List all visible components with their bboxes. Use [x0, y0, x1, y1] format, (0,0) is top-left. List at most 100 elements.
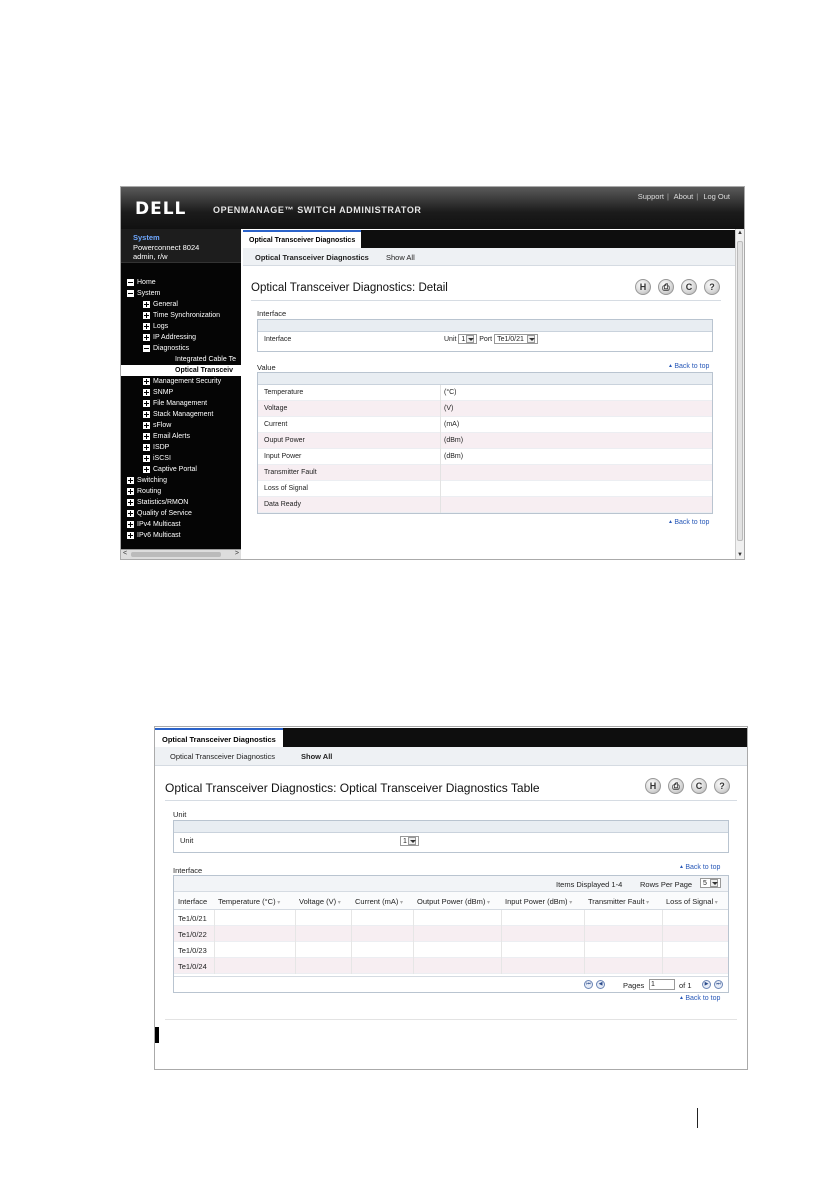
scroll-thumb[interactable]	[737, 241, 743, 541]
expand-icon[interactable]	[143, 301, 150, 308]
print-icon[interactable]: ⎙	[658, 279, 674, 295]
next-page-icon[interactable]: ▶	[702, 980, 711, 989]
print-icon[interactable]: ⎙	[668, 778, 684, 794]
scroll-left-icon[interactable]: <	[123, 550, 127, 557]
subtab-show-all[interactable]: Show All	[301, 752, 332, 761]
nav-item[interactable]: iSCSI	[121, 453, 241, 464]
nav-item[interactable]: IPv4 Multicast	[121, 519, 241, 530]
back-to-top-link[interactable]: Back to top	[679, 995, 720, 1002]
nav-item[interactable]: sFlow	[121, 420, 241, 431]
collapse-icon[interactable]	[143, 345, 150, 352]
expand-icon[interactable]	[143, 312, 150, 319]
unit-select[interactable]: 1	[400, 836, 419, 847]
unit-select[interactable]: 1	[458, 334, 478, 345]
nav-item[interactable]: Time Synchronization	[121, 310, 241, 321]
subtab-detail[interactable]: Optical Transceiver Diagnostics	[170, 752, 275, 761]
back-to-top-link[interactable]: Back to top	[668, 519, 709, 526]
tab-optical-transceiver-diagnostics[interactable]: Optical Transceiver Diagnostics	[155, 728, 283, 747]
vertical-scrollbar[interactable]: ▲ ▼	[735, 229, 744, 559]
chevron-down-icon	[709, 879, 718, 887]
nav-item[interactable]: Stack Management	[121, 409, 241, 420]
help-icon[interactable]: ?	[714, 778, 730, 794]
collapse-icon[interactable]	[127, 279, 134, 286]
system-title[interactable]: System	[133, 233, 241, 243]
help-icon[interactable]: ?	[704, 279, 720, 295]
expand-icon[interactable]	[143, 466, 150, 473]
scroll-thumb[interactable]	[131, 552, 221, 557]
save-icon[interactable]: H	[635, 279, 651, 295]
scroll-down-icon[interactable]: ▼	[737, 552, 743, 558]
page-input[interactable]: 1	[649, 979, 675, 990]
value-row: Voltage (V)	[258, 401, 712, 417]
nav-item[interactable]: IP Addressing	[121, 332, 241, 343]
nav-item[interactable]: Logs	[121, 321, 241, 332]
first-page-icon[interactable]: ⏮	[584, 980, 593, 989]
scroll-up-icon[interactable]: ▲	[737, 230, 743, 236]
expand-icon[interactable]	[143, 323, 150, 330]
support-link[interactable]: Support	[638, 192, 664, 201]
expand-icon[interactable]	[143, 411, 150, 418]
port-select[interactable]: Te1/0/21	[494, 334, 538, 345]
nav-item[interactable]: ISDP	[121, 442, 241, 453]
back-to-top-link[interactable]: Back to top	[679, 864, 720, 871]
logout-link[interactable]: Log Out	[703, 192, 730, 201]
nav-item[interactable]: Routing	[121, 486, 241, 497]
tree-horizontal-scrollbar[interactable]: < >	[121, 549, 241, 559]
subtab-show-all[interactable]: Show All	[386, 253, 415, 262]
last-page-icon[interactable]: ⏭	[714, 980, 723, 989]
tab-optical-transceiver-diagnostics[interactable]: Optical Transceiver Diagnostics	[243, 230, 362, 248]
column-header[interactable]: Loss of Signal	[666, 897, 718, 906]
column-header[interactable]: Transmitter Fault	[588, 897, 649, 906]
nav-item[interactable]: Switching	[121, 475, 241, 486]
subtab-detail[interactable]: Optical Transceiver Diagnostics	[255, 253, 369, 262]
expand-icon[interactable]	[143, 444, 150, 451]
nav-item[interactable]: Captive Portal	[121, 464, 241, 475]
system-user: admin, r/w	[133, 252, 168, 261]
column-header[interactable]: Interface	[178, 897, 207, 906]
column-header[interactable]: Input Power (dBm)	[505, 897, 572, 906]
nav-item[interactable]: Diagnostics	[121, 343, 241, 354]
expand-icon[interactable]	[127, 477, 134, 484]
expand-icon[interactable]	[143, 389, 150, 396]
nav-item[interactable]: System	[121, 288, 241, 299]
about-link[interactable]: About	[674, 192, 694, 201]
rows-per-page-select[interactable]: 5	[700, 878, 721, 888]
expand-icon[interactable]	[143, 433, 150, 440]
nav-item[interactable]: Email Alerts	[121, 431, 241, 442]
nav-item[interactable]: Management Security	[121, 376, 241, 387]
column-header[interactable]: Temperature (°C)	[218, 897, 280, 906]
collapse-icon[interactable]	[127, 290, 134, 297]
nav-item[interactable]: General	[121, 299, 241, 310]
back-to-top-link[interactable]: Back to top	[668, 363, 709, 370]
expand-icon[interactable]	[143, 455, 150, 462]
nav-item[interactable]: Quality of Service	[121, 508, 241, 519]
save-icon[interactable]: H	[645, 778, 661, 794]
expand-icon[interactable]	[127, 510, 134, 517]
expand-icon[interactable]	[127, 532, 134, 539]
nav-item[interactable]: IPv6 Multicast	[121, 530, 241, 541]
nav-item[interactable]: Home	[121, 277, 241, 288]
nav-item[interactable]: Integrated Cable Te	[121, 354, 241, 365]
expand-icon[interactable]	[127, 499, 134, 506]
column-header[interactable]: Voltage (V)	[299, 897, 341, 906]
nav-item[interactable]: File Management	[121, 398, 241, 409]
prev-page-icon[interactable]: ◀	[596, 980, 605, 989]
panel-splitter[interactable]	[155, 1027, 159, 1043]
expand-icon[interactable]	[143, 422, 150, 429]
nav-item[interactable]: Statistics/RMON	[121, 497, 241, 508]
expand-icon[interactable]	[143, 378, 150, 385]
nav-item-label: Statistics/RMON	[137, 499, 189, 506]
column-header[interactable]: Output Power (dBm)	[417, 897, 490, 906]
expand-icon[interactable]	[127, 521, 134, 528]
nav-item-label: iSCSI	[153, 455, 171, 462]
column-header[interactable]: Current (mA)	[355, 897, 403, 906]
scroll-right-icon[interactable]: >	[235, 550, 239, 557]
nav-item[interactable]: SNMP	[121, 387, 241, 398]
expand-icon[interactable]	[127, 488, 134, 495]
system-model: Powerconnect 8024	[133, 242, 200, 252]
refresh-icon[interactable]: C	[681, 279, 697, 295]
expand-icon[interactable]	[143, 334, 150, 341]
refresh-icon[interactable]: C	[691, 778, 707, 794]
expand-icon[interactable]	[143, 400, 150, 407]
nav-item[interactable]: Optical Transceiv	[121, 365, 241, 376]
